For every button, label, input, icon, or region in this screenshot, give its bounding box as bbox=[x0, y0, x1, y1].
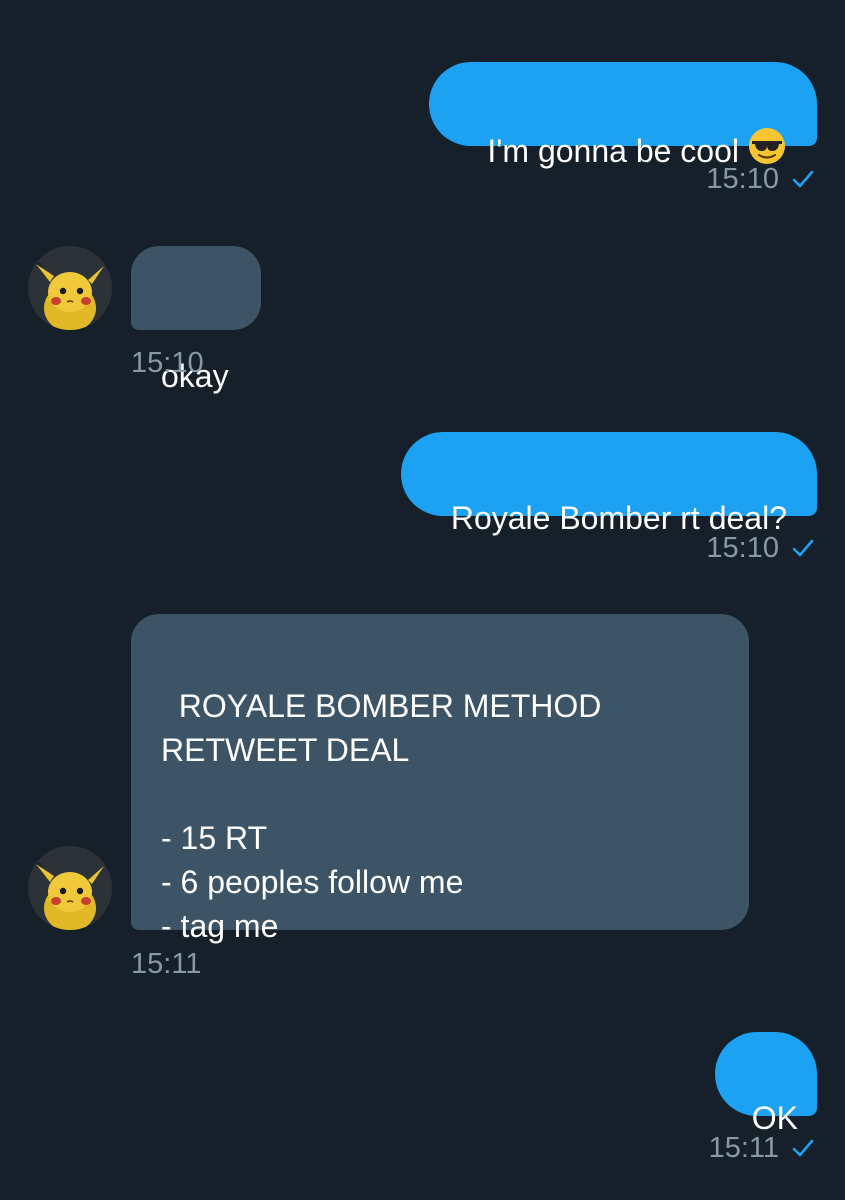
message-meta: 15:10 bbox=[706, 531, 815, 565]
sunglasses-face-emoji-icon bbox=[749, 128, 785, 164]
message-time: 15:10 bbox=[131, 347, 204, 379]
message-bubble-sent[interactable]: OK bbox=[715, 1032, 817, 1136]
message-bubble-sent[interactable]: I'm gonna be cool bbox=[429, 62, 817, 169]
message-bubble-sent[interactable]: Royale Bomber rt deal? bbox=[401, 432, 817, 536]
message-time: 15:11 bbox=[131, 948, 202, 980]
message-bubble-received[interactable]: ROYALE BOMBER METHOD RETWEET DEAL - 15 R… bbox=[131, 614, 749, 944]
message-text: I'm gonna be cool bbox=[487, 133, 739, 169]
read-check-icon bbox=[792, 170, 814, 188]
read-check-icon bbox=[792, 539, 814, 557]
pikachu-avatar-icon[interactable] bbox=[28, 846, 112, 930]
message-text: ROYALE BOMBER METHOD RETWEET DEAL - 15 R… bbox=[161, 688, 602, 944]
message-bubble-received[interactable]: okay bbox=[131, 246, 261, 394]
message-meta: 15:10 bbox=[706, 162, 815, 196]
message-time: 15:11 bbox=[708, 1132, 779, 1164]
message-meta: 15:11 bbox=[709, 1131, 815, 1165]
pikachu-avatar-icon[interactable] bbox=[28, 246, 112, 330]
read-check-icon bbox=[792, 1139, 814, 1157]
message-time: 15:10 bbox=[706, 532, 779, 564]
message-time: 15:10 bbox=[706, 163, 779, 195]
